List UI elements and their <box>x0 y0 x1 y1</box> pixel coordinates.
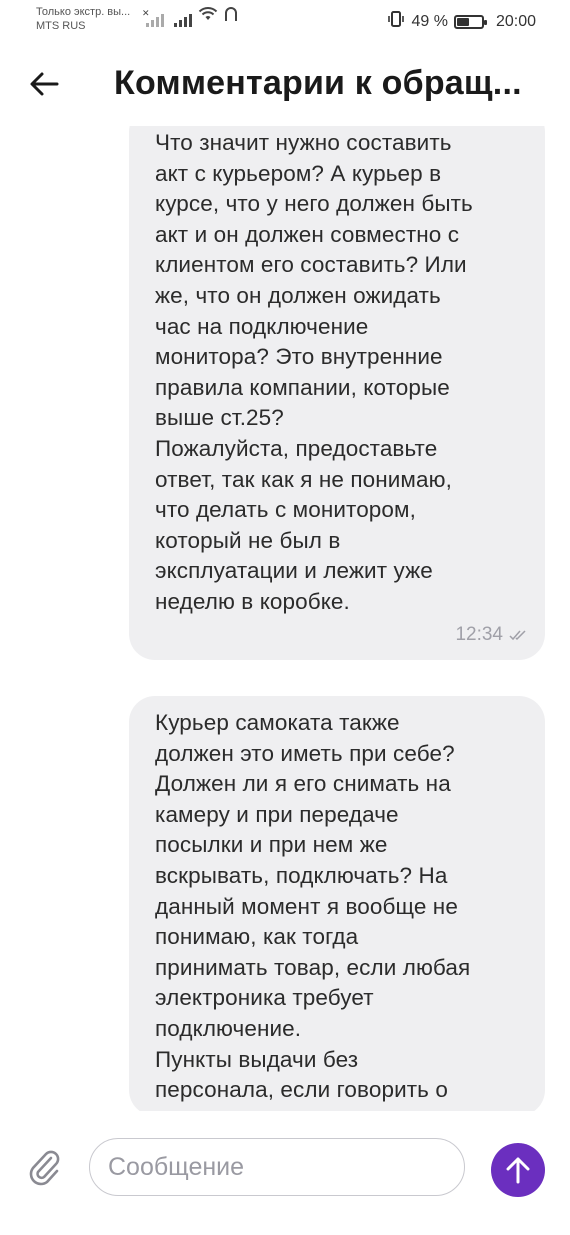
page-title: Комментарии к обращ... <box>114 64 522 102</box>
signal-icons: ✕ <box>142 6 238 27</box>
chat-screen: Только экстр. вы... MTS RUS ✕ 49 % 20:00… <box>0 0 570 1235</box>
message-bubble[interactable]: Курьер самоката также должен это иметь п… <box>129 696 545 1111</box>
app-header: Комментарии к обращ... <box>0 44 570 126</box>
message-meta: 12:34 <box>455 624 527 646</box>
message-time: 12:34 <box>455 624 503 645</box>
attach-button[interactable] <box>24 1141 64 1191</box>
message-text: Курьер самоката также должен это иметь п… <box>155 710 471 1103</box>
battery-percent: 49 % <box>411 12 448 30</box>
status-bar: Только экстр. вы... MTS RUS ✕ 49 % 20:00 <box>0 0 570 44</box>
send-button[interactable] <box>491 1143 545 1197</box>
vpn-icon <box>224 6 238 27</box>
signal-icon <box>174 13 192 27</box>
battery-icon <box>453 14 487 29</box>
carrier-top-text: Только экстр. вы... <box>36 6 131 18</box>
paperclip-icon <box>29 1150 60 1186</box>
clock: 20:00 <box>495 12 536 30</box>
double-check-icon <box>509 630 526 641</box>
wifi-icon <box>198 6 218 27</box>
carrier-info: Только экстр. вы... MTS RUS <box>36 5 130 33</box>
arrow-up-icon <box>506 1157 530 1184</box>
signal-off-icon: ✕ <box>142 8 164 27</box>
message-bubble[interactable]: Что значит нужно составить акт с курьеро… <box>129 126 545 660</box>
messages-list[interactable]: Что значит нужно составить акт с курьеро… <box>0 126 570 1111</box>
status-right: 49 % 20:00 <box>387 10 536 33</box>
message-text: Что значит нужно составить акт с курьеро… <box>155 130 473 614</box>
vibrate-icon <box>387 10 405 33</box>
carrier-name: MTS RUS <box>36 20 86 32</box>
arrow-left-icon <box>30 72 59 96</box>
back-button[interactable] <box>22 62 66 106</box>
message-input[interactable] <box>89 1138 465 1196</box>
composer <box>0 1111 570 1235</box>
